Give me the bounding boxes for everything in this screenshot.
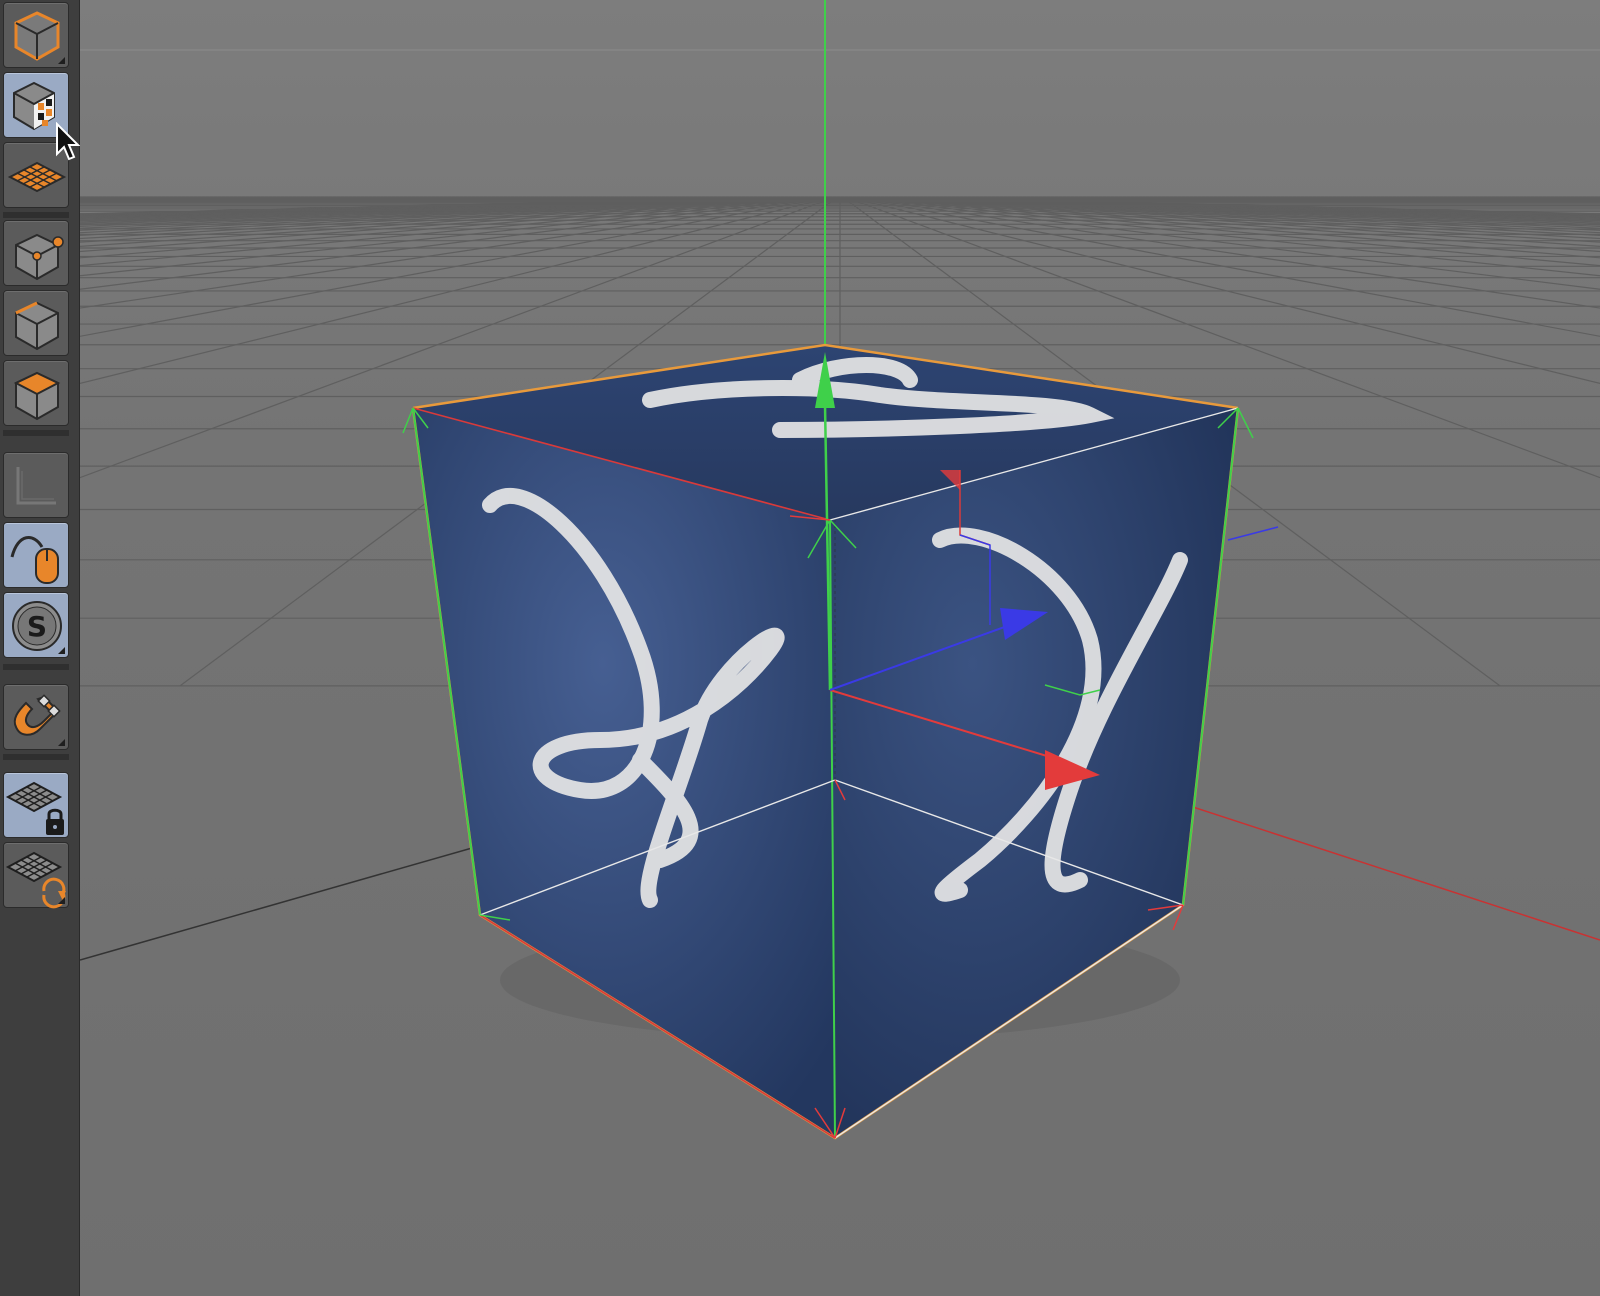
- submenu-indicator: [58, 647, 65, 654]
- points-mode-button[interactable]: [3, 220, 69, 286]
- toolbar-separator: [3, 754, 69, 760]
- axis-mode-button[interactable]: [3, 452, 69, 518]
- mouse-curve-icon: [10, 536, 59, 584]
- cube-points-icon: [15, 233, 64, 281]
- submenu-indicator: [58, 739, 65, 746]
- toolbar-separator: [3, 430, 69, 436]
- align-workplane-button[interactable]: [3, 842, 69, 909]
- snapping-button[interactable]: [3, 684, 69, 750]
- submenu-indicator: [58, 57, 65, 64]
- 3d-viewport[interactable]: [80, 0, 1600, 1296]
- mode-toolbar: S: [0, 0, 80, 1296]
- cube-edges-icon: [15, 301, 59, 351]
- cube-polygons-icon: [13, 371, 61, 421]
- submenu-indicator: [58, 897, 65, 904]
- polygons-mode-button[interactable]: [3, 360, 69, 426]
- svg-text:S: S: [27, 610, 47, 643]
- mouse-pointer-icon: [56, 122, 81, 161]
- edges-mode-button[interactable]: [3, 290, 69, 356]
- lock-workplane-button[interactable]: [3, 772, 69, 838]
- model-mode-button[interactable]: [3, 2, 69, 68]
- grid-lock-icon: [5, 781, 64, 835]
- tweak-mode-button[interactable]: [3, 522, 69, 588]
- viewport-canvas[interactable]: [80, 0, 1600, 1296]
- solo-mode-button[interactable]: S: [3, 592, 69, 658]
- toolbar-separator: [3, 212, 69, 218]
- toolbar-separator: [3, 664, 69, 670]
- axis-corner-icon: [16, 467, 56, 505]
